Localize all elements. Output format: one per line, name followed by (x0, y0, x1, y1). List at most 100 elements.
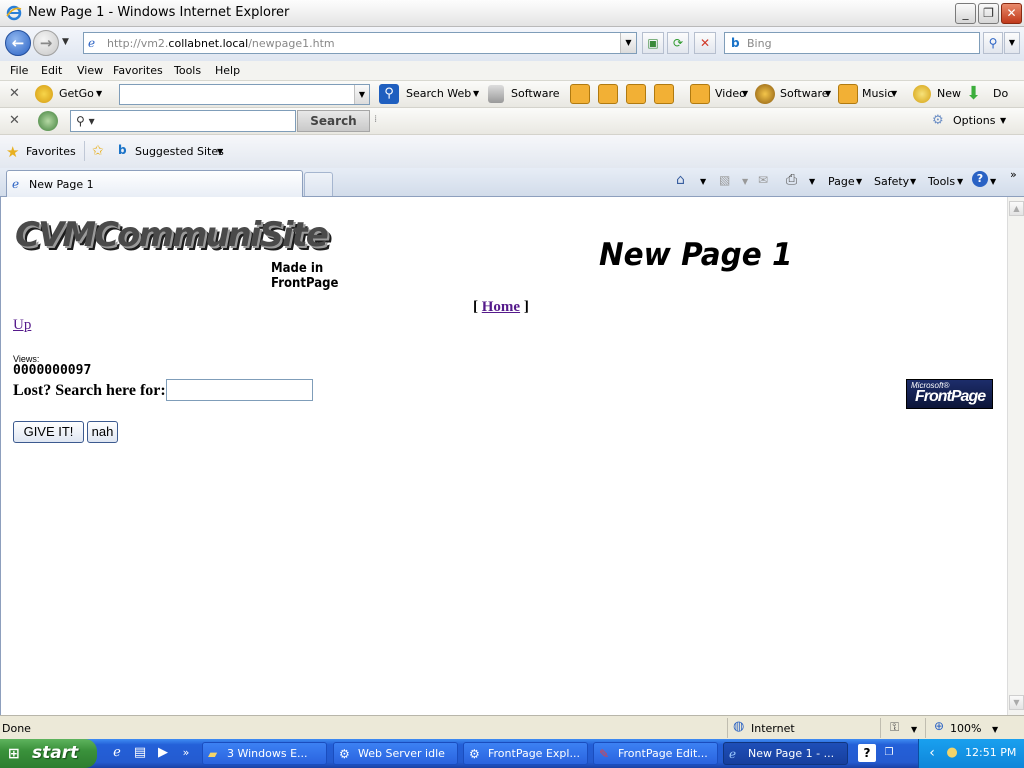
status-text: Done (2, 722, 31, 735)
print-icon[interactable]: ⎙ (786, 172, 797, 188)
recent-pages-dropdown[interactable]: ▼ (62, 37, 69, 47)
zoom-level[interactable]: 100% (950, 722, 981, 735)
scroll-up-button[interactable]: ▲ (1009, 201, 1024, 216)
tab-new-page-1[interactable]: ℯ New Page 1 (6, 170, 303, 197)
tools-menu-dropdown[interactable]: ▼ (957, 177, 963, 186)
toolbar-search-input[interactable]: ⚲ ▾ (70, 110, 296, 132)
music-button[interactable]: Music (862, 87, 893, 100)
new-tab-button[interactable] (304, 172, 333, 196)
menu-file[interactable]: File (10, 64, 28, 77)
taskbar-item-ie-new-page[interactable]: ℯ New Page 1 - ... (723, 742, 848, 765)
submit-search-button[interactable]: GIVE IT! (13, 421, 84, 443)
protected-mode-icon[interactable]: ⚿ (890, 720, 899, 735)
page-menu[interactable]: Page (828, 175, 855, 188)
quicklaunch-media-icon[interactable]: ▶ (154, 744, 172, 762)
taskbar-item-frontpage-explorer[interactable]: ⚙ FrontPage Expl... (463, 742, 588, 765)
quicklaunch-ie-icon[interactable]: ℯ (108, 744, 126, 762)
print-dropdown[interactable]: ▼ (809, 177, 815, 186)
feeds-icon[interactable]: ▧ (719, 173, 730, 187)
search-engine-icon[interactable]: ⚲ ▾ (76, 114, 95, 128)
menu-view[interactable]: View (77, 64, 103, 77)
search-web-button[interactable]: Search Web (406, 87, 471, 100)
taskbar-item-windows-explorer[interactable]: ▰ 3 Windows E... (202, 742, 327, 765)
protected-mode-dropdown[interactable]: ▼ (911, 725, 917, 734)
rss-icon[interactable] (570, 84, 590, 104)
toolbar-search-button[interactable]: Search (297, 110, 370, 132)
start-button[interactable]: ⊞ start (0, 739, 97, 768)
getgo-button[interactable]: GetGo (59, 87, 94, 100)
options-dropdown[interactable]: ▼ (1000, 116, 1006, 125)
toolbar-grip-icon[interactable]: ⁞ (374, 114, 377, 125)
frontpage-badge[interactable]: Microsoft® FrontPage (906, 379, 993, 409)
tray-collapse-chevron-icon[interactable]: ‹ (923, 744, 941, 762)
search-button[interactable]: ⚲ (983, 32, 1003, 54)
back-button[interactable]: ← (5, 30, 31, 56)
getgo-dropdown[interactable]: ▼ (96, 89, 102, 98)
clock[interactable]: 12:51 PM (965, 746, 1016, 759)
chat-icon[interactable] (598, 84, 618, 104)
toolbar-overflow-chevron-icon[interactable]: » (1010, 168, 1017, 181)
read-mail-icon[interactable]: ✉ (758, 173, 768, 187)
safety-menu[interactable]: Safety (874, 175, 909, 188)
security-zone[interactable]: Internet (751, 722, 795, 735)
toolbar2-close-icon[interactable]: ✕ (9, 113, 20, 128)
address-dropdown-button[interactable]: ▼ (620, 33, 636, 53)
suggested-sites-link[interactable]: Suggested Sites (135, 145, 224, 158)
safety-menu-dropdown[interactable]: ▼ (910, 177, 916, 186)
new-button[interactable]: New (937, 87, 961, 100)
software-menu-dropdown[interactable]: ▼ (825, 89, 831, 98)
options-button[interactable]: Options (953, 114, 995, 127)
forward-button[interactable]: → (33, 30, 59, 56)
quicklaunch-editor-icon[interactable]: ▤ (131, 744, 149, 762)
music-dropdown[interactable]: ▼ (891, 89, 897, 98)
download-button[interactable]: Do (993, 87, 1008, 100)
tools-icon[interactable] (654, 84, 674, 104)
home-icon[interactable]: ⌂ (676, 172, 685, 188)
address-field[interactable]: ℯ http://vm2.collabnet.local/newpage1.ht… (83, 32, 637, 54)
toolbar-close-icon[interactable]: ✕ (9, 86, 20, 101)
vertical-scrollbar[interactable]: ▲ ▼ (1007, 197, 1024, 715)
menu-favorites[interactable]: Favorites (113, 64, 163, 77)
scroll-down-button[interactable]: ▼ (1009, 695, 1024, 710)
url-text[interactable]: http://vm2.collabnet.local/newpage1.htm (107, 37, 335, 50)
site-search-input[interactable] (166, 379, 313, 401)
zoom-dropdown[interactable]: ▼ (992, 725, 998, 734)
help-dropdown[interactable]: ▼ (990, 177, 996, 186)
secondary-search-toolbar: ✕ ⚲ ▾ Search ⁞ ⚙ Options ▼ (0, 108, 1024, 135)
globe-icon[interactable] (626, 84, 646, 104)
favorites-button[interactable]: Favorites (26, 145, 76, 158)
suggested-sites-dropdown[interactable]: ▼ (217, 147, 223, 156)
combo-dropdown-button[interactable]: ▼ (354, 85, 369, 104)
taskbar-item-web-server[interactable]: ⚙ Web Server idle (333, 742, 458, 765)
stop-button[interactable]: ✕ (694, 32, 716, 54)
page-menu-dropdown[interactable]: ▼ (856, 177, 862, 186)
software-menu-button[interactable]: Software (780, 87, 829, 100)
tools-menu[interactable]: Tools (928, 175, 955, 188)
restore-tray-icon[interactable]: ❐ (880, 744, 898, 762)
quicklaunch-overflow-chevron-icon[interactable]: » (177, 744, 195, 762)
search-web-dropdown[interactable]: ▼ (473, 89, 479, 98)
menu-edit[interactable]: Edit (41, 64, 62, 77)
compatibility-view-button[interactable]: ▣ (642, 32, 664, 54)
up-link[interactable]: Up (13, 317, 31, 334)
refresh-button[interactable]: ⟳ (667, 32, 689, 54)
taskbar-item-frontpage-editor[interactable]: ✎ FrontPage Edit... (593, 742, 718, 765)
help-tray-icon[interactable]: ? (858, 744, 876, 762)
minimize-button[interactable]: _ (955, 3, 976, 24)
tray-app-icon[interactable]: ● (943, 744, 961, 762)
help-icon[interactable]: ? (972, 171, 988, 187)
menu-tools[interactable]: Tools (174, 64, 201, 77)
reset-button[interactable]: nah (87, 421, 118, 443)
toolbar-search-combo[interactable]: ▼ (119, 84, 370, 105)
home-dropdown[interactable]: ▼ (700, 177, 706, 186)
search-options-dropdown[interactable]: ▼ (1004, 32, 1020, 54)
software-button[interactable]: Software (511, 87, 560, 100)
close-button[interactable]: ✕ (1001, 3, 1022, 24)
restore-button[interactable]: ❐ (978, 3, 999, 24)
menu-help[interactable]: Help (215, 64, 240, 77)
feeds-dropdown[interactable]: ▼ (742, 177, 748, 186)
search-box[interactable]: b Bing (724, 32, 980, 54)
add-favorite-icon[interactable]: ✩ (92, 143, 104, 159)
home-link[interactable]: Home (482, 299, 520, 315)
video-dropdown[interactable]: ▼ (742, 89, 748, 98)
